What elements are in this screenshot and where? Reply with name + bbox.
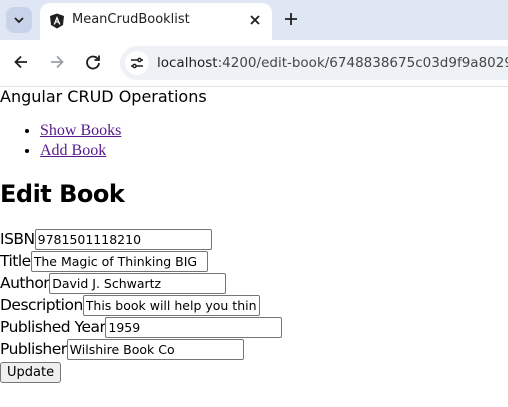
- url-path: :4200/edit-book/6748838675c03d9f9a8029ba: [217, 55, 508, 71]
- tab-search-button[interactable]: [6, 7, 32, 33]
- nav-item-add-book: Add Book: [40, 141, 121, 161]
- nav-list: Show Books Add Book: [0, 121, 121, 161]
- author-row: Author: [0, 272, 227, 294]
- isbn-row: ISBN: [0, 228, 212, 250]
- published-year-row: Published Year: [0, 316, 283, 338]
- address-bar[interactable]: localhost:4200/edit-book/6748838675c03d9…: [120, 46, 508, 80]
- title-row: Title: [0, 250, 208, 272]
- publisher-label: Publisher: [0, 340, 67, 358]
- author-input[interactable]: [49, 273, 227, 294]
- site-info-button[interactable]: [125, 51, 149, 75]
- published-year-label: Published Year: [0, 318, 106, 336]
- chevron-down-icon: [14, 17, 24, 24]
- title-input[interactable]: [30, 251, 208, 272]
- plus-icon[interactable]: [283, 11, 299, 27]
- forward-arrow-icon[interactable]: [48, 53, 66, 71]
- app-title: Angular CRUD Operations: [0, 87, 207, 106]
- description-row: Description: [0, 294, 260, 316]
- isbn-label: ISBN: [0, 230, 35, 248]
- title-label: Title: [0, 252, 31, 270]
- browser-toolbar: localhost:4200/edit-book/6748838675c03d9…: [0, 40, 508, 87]
- description-label: Description: [0, 296, 83, 314]
- tab-title: MeanCrudBooklist: [72, 12, 190, 27]
- add-book-link[interactable]: Add Book: [40, 142, 106, 159]
- show-books-link[interactable]: Show Books: [40, 122, 121, 139]
- url-host: localhost: [157, 55, 218, 71]
- close-icon[interactable]: [248, 13, 262, 27]
- reload-icon[interactable]: [84, 53, 102, 71]
- url-text: localhost:4200/edit-book/6748838675c03d9…: [157, 55, 508, 71]
- browser-tab[interactable]: MeanCrudBooklist: [40, 3, 272, 40]
- nav-item-show-books: Show Books: [40, 121, 121, 141]
- browser-tabstrip: MeanCrudBooklist: [0, 0, 508, 40]
- update-button[interactable]: Update: [0, 362, 62, 383]
- description-input[interactable]: [82, 295, 260, 316]
- published-year-input[interactable]: [105, 317, 283, 338]
- isbn-input[interactable]: [34, 229, 212, 250]
- publisher-row: Publisher: [0, 338, 244, 360]
- author-label: Author: [0, 274, 50, 292]
- tune-icon: [131, 57, 143, 69]
- page-heading: Edit Book: [0, 180, 125, 208]
- back-arrow-icon[interactable]: [12, 53, 30, 71]
- publisher-input[interactable]: [66, 339, 244, 360]
- angular-logo-icon: [50, 13, 64, 29]
